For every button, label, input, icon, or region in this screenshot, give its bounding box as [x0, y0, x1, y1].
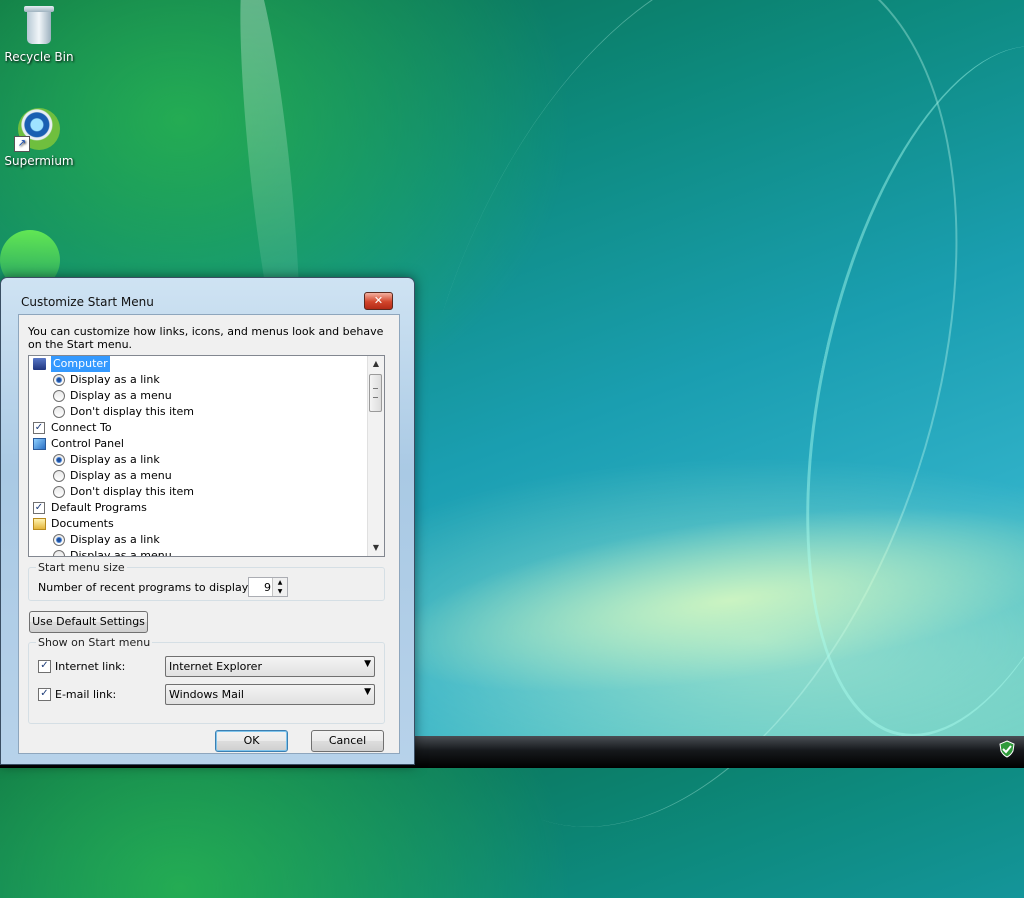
tree-row[interactable]: Don't display this item: [29, 484, 368, 500]
start-menu-size-group: Start menu size Number of recent program…: [28, 561, 385, 601]
tree-row[interactable]: Display as a link: [29, 532, 368, 548]
tree-row[interactable]: Computer: [29, 356, 368, 372]
tree-row-label: Display as a link: [70, 533, 160, 546]
email-link-checkbox[interactable]: ✓: [38, 688, 51, 701]
tree-row[interactable]: Display as a link: [29, 372, 368, 388]
tree-row[interactable]: Display as a menu: [29, 548, 368, 557]
scroll-up-icon[interactable]: ▲: [368, 356, 384, 372]
desktop-icon-label: Recycle Bin: [4, 50, 74, 64]
use-default-settings-button[interactable]: Use Default Settings: [29, 611, 148, 633]
tree-row[interactable]: Documents: [29, 516, 368, 532]
recent-programs-value: 9: [264, 581, 271, 594]
dialog-title: Customize Start Menu: [21, 295, 154, 309]
computer-icon: [33, 358, 46, 370]
tree-row-label: Display as a link: [70, 453, 160, 466]
tree-row-label: Computer: [51, 356, 110, 372]
recent-programs-label: Number of recent programs to display:: [38, 581, 252, 594]
tree-rows: Computer Display as a link Display as a me…: [29, 356, 368, 557]
ok-button[interactable]: OK: [215, 730, 288, 752]
internet-link-value: Internet Explorer: [169, 660, 262, 673]
internet-link-label: Internet link:: [55, 660, 126, 673]
supermium-icon: ↗: [14, 108, 60, 152]
stepper-down-icon[interactable]: ▼: [273, 587, 287, 596]
tree-row-label: Connect To: [51, 421, 112, 434]
radio-button[interactable]: [53, 390, 65, 402]
wallpaper-streak: [750, 16, 1024, 767]
tree-row-label: Display as a menu: [70, 389, 172, 402]
desktop-icon-recycle-bin[interactable]: Recycle Bin: [0, 4, 79, 64]
recycle-bin-icon: [22, 4, 56, 46]
cancel-button[interactable]: Cancel: [311, 730, 384, 752]
internet-link-checkbox[interactable]: ✓: [38, 660, 51, 673]
tree-row-label: Don't display this item: [70, 405, 194, 418]
dropdown-arrow-icon: ▼: [364, 659, 371, 669]
tree-row[interactable]: ✓ Connect To: [29, 420, 368, 436]
dropdown-arrow-icon: ▼: [364, 687, 371, 697]
desktop-icon-supermium[interactable]: ↗ Supermium: [0, 108, 79, 168]
wallpaper-glow: [372, 472, 1024, 728]
tree-row-label: Display as a link: [70, 373, 160, 386]
tree-row-label: Control Panel: [51, 437, 124, 450]
tree-row-label: Don't display this item: [70, 485, 194, 498]
tree-row-label: Documents: [51, 517, 114, 530]
start-menu-items-list[interactable]: Computer Display as a link Display as a me…: [28, 355, 385, 557]
security-shield-icon[interactable]: [998, 740, 1016, 758]
tree-row[interactable]: ✓ Default Programs: [29, 500, 368, 516]
radio-button[interactable]: [53, 534, 65, 546]
tree-row[interactable]: Display as a link: [29, 452, 368, 468]
shortcut-arrow-icon: ↗: [14, 136, 30, 152]
tree-row-label: Display as a menu: [70, 549, 172, 557]
radio-button[interactable]: [53, 550, 65, 556]
tree-row[interactable]: Don't display this item: [29, 404, 368, 420]
vertical-scrollbar[interactable]: ▲ ▼: [367, 356, 384, 556]
tree-row-label: Default Programs: [51, 501, 147, 514]
stepper-up-icon[interactable]: ▲: [273, 578, 287, 587]
email-link-value: Windows Mail: [169, 688, 244, 701]
control-panel-icon: [33, 438, 46, 450]
desktop-icon-label: Supermium: [4, 154, 74, 168]
close-button[interactable]: ✕: [364, 292, 393, 310]
title-bar[interactable]: Customize Start Menu ✕: [9, 288, 403, 314]
radio-button[interactable]: [53, 406, 65, 418]
internet-link-select[interactable]: Internet Explorer ▼: [165, 656, 375, 677]
documents-icon: [33, 518, 46, 530]
email-link-select[interactable]: Windows Mail ▼: [165, 684, 375, 705]
intro-text: You can customize how links, icons, and …: [28, 325, 384, 351]
group-label: Start menu size: [36, 561, 127, 574]
checkbox[interactable]: ✓: [33, 422, 45, 434]
group-label: Show on Start menu: [36, 636, 153, 649]
email-link-label: E-mail link:: [55, 688, 117, 701]
tree-row[interactable]: Display as a menu: [29, 388, 368, 404]
stepper-buttons[interactable]: ▲ ▼: [272, 578, 287, 596]
show-on-start-menu-group: Show on Start menu ✓ Internet link: Inte…: [28, 636, 385, 724]
tree-row[interactable]: Display as a menu: [29, 468, 368, 484]
dialog-client-area: You can customize how links, icons, and …: [18, 314, 400, 754]
radio-button[interactable]: [53, 374, 65, 386]
scroll-thumb[interactable]: [369, 374, 382, 412]
tree-row[interactable]: Control Panel: [29, 436, 368, 452]
radio-button[interactable]: [53, 470, 65, 482]
recent-programs-stepper[interactable]: 9 ▲ ▼: [248, 577, 288, 597]
tree-row-label: Display as a menu: [70, 469, 172, 482]
checkbox[interactable]: ✓: [33, 502, 45, 514]
customize-start-menu-dialog: Customize Start Menu ✕ You can customize…: [0, 277, 415, 765]
radio-button[interactable]: [53, 454, 65, 466]
scroll-down-icon[interactable]: ▼: [368, 540, 384, 556]
radio-button[interactable]: [53, 486, 65, 498]
